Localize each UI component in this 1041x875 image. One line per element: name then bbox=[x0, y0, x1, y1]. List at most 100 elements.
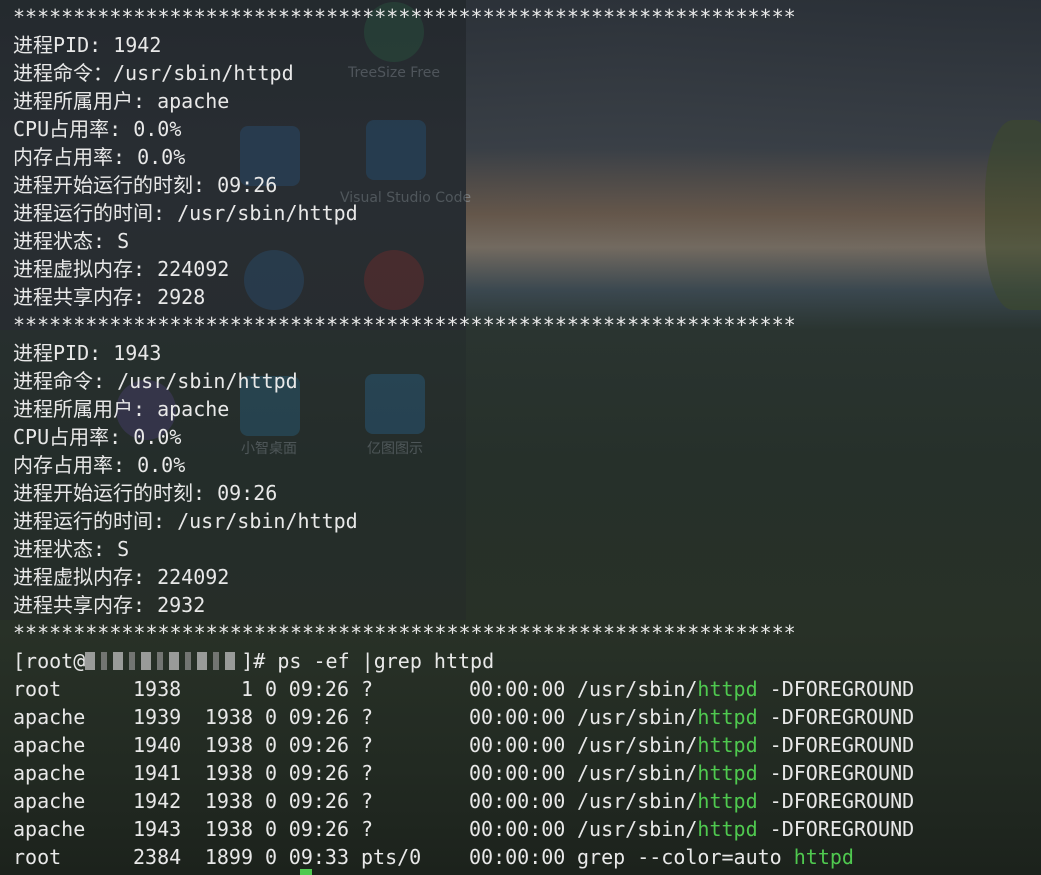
ps-ppid: 1938 bbox=[204, 705, 253, 729]
value: 224092 bbox=[157, 565, 230, 589]
process-vmem-line: 进程虚拟内存: 224092 bbox=[13, 255, 1033, 283]
ps-stime: 09:26 bbox=[288, 677, 349, 701]
ps-cmd: /usr/sbin/httpd -DFOREGROUND bbox=[565, 787, 914, 815]
process-cmd-line: 进程命令: /usr/sbin/httpd bbox=[13, 367, 1033, 395]
process-pid-line: 进程PID: 1943 bbox=[13, 339, 1033, 367]
value: /usr/sbin/httpd bbox=[177, 201, 358, 225]
ps-time: 00:00:00 bbox=[469, 761, 566, 785]
process-cpu-line: CPU占用率: 0.0% bbox=[13, 115, 1033, 143]
ps-pid: 1943 bbox=[133, 817, 182, 841]
ps-cmd: /usr/sbin/httpd -DFOREGROUND bbox=[565, 815, 914, 843]
process-mem-line: 内存占用率: 0.0% bbox=[13, 143, 1033, 171]
ps-ppid: 1 bbox=[240, 677, 253, 701]
label: 进程虚拟内存: bbox=[13, 565, 158, 589]
ps-cpu: 0 bbox=[264, 733, 277, 757]
ps-time: 00:00:00 bbox=[469, 677, 566, 701]
label: 进程虚拟内存: bbox=[13, 257, 158, 281]
ps-time: 00:00:00 bbox=[469, 705, 566, 729]
ps-cmd-suffix: -DFOREGROUND bbox=[757, 789, 915, 813]
value: apache bbox=[157, 89, 230, 113]
ps-ppid: 1938 bbox=[204, 733, 253, 757]
process-cpu-line: CPU占用率: 0.0% bbox=[13, 423, 1033, 451]
ps-cmd-prefix: /usr/sbin/ bbox=[577, 677, 698, 701]
label: 内存占用率: bbox=[13, 453, 138, 477]
ps-pid: 1938 bbox=[133, 677, 182, 701]
ps-row: apache 1941 1938 0 09:26? 00:00:00/usr/sbin/h… bbox=[13, 759, 1033, 787]
ps-cmd-match: httpd bbox=[697, 733, 758, 757]
ps-cmd-prefix: /usr/sbin/ bbox=[577, 705, 698, 729]
label: CPU占用率: bbox=[13, 117, 134, 141]
process-start-line: 进程开始运行的时刻: 09:26 bbox=[13, 479, 1033, 507]
separator-line: ****************************************… bbox=[13, 621, 796, 645]
label: 进程命令: bbox=[13, 369, 118, 393]
process-pid-line: 进程PID: 1942 bbox=[13, 31, 1033, 59]
value: /usr/sbin/httpd bbox=[177, 509, 358, 533]
ps-stime: 09:26 bbox=[288, 789, 349, 813]
ps-tty: ? bbox=[361, 761, 374, 785]
label: 内存占用率: bbox=[13, 145, 138, 169]
value: 1943 bbox=[113, 341, 162, 365]
ps-tty: ? bbox=[361, 733, 374, 757]
value: 09:26 bbox=[217, 481, 278, 505]
ps-cmd-prefix: /usr/sbin/ bbox=[577, 817, 698, 841]
separator-line: ****************************************… bbox=[13, 5, 796, 29]
ps-cmd: /usr/sbin/httpd -DFOREGROUND bbox=[565, 731, 914, 759]
label: 进程开始运行的时刻: bbox=[13, 481, 218, 505]
shell-prompt-line: [root@]# ps -ef |grep httpd bbox=[13, 647, 1033, 675]
ps-ppid: 1938 bbox=[204, 789, 253, 813]
label: CPU占用率: bbox=[13, 425, 134, 449]
ps-ppid: 1899 bbox=[204, 845, 253, 869]
ps-user: apache bbox=[13, 789, 86, 813]
ps-pid: 2384 bbox=[133, 845, 182, 869]
ps-cmd-prefix: grep --color=auto bbox=[577, 845, 794, 869]
ps-row: apache 1943 1938 0 09:26? 00:00:00/usr/sbin/h… bbox=[13, 815, 1033, 843]
ps-cpu: 0 bbox=[264, 761, 277, 785]
value: 0.0% bbox=[137, 453, 186, 477]
label: 进程所属用户: bbox=[13, 89, 158, 113]
process-runtime-line: 进程运行的时间: /usr/sbin/httpd bbox=[13, 507, 1033, 535]
terminal-cursor bbox=[300, 869, 312, 875]
ps-ppid: 1938 bbox=[204, 761, 253, 785]
ps-row: root 2384 1899 0 09:33 pts/0 00:00:00 grep --co… bbox=[13, 843, 1033, 871]
ps-cmd-suffix: -DFOREGROUND bbox=[757, 733, 915, 757]
ps-user: root bbox=[13, 677, 62, 701]
ps-cpu: 0 bbox=[264, 705, 277, 729]
ps-cmd: /usr/sbin/httpd -DFOREGROUND bbox=[565, 703, 914, 731]
ps-row: apache 1940 1938 0 09:26? 00:00:00/usr/sbin/h… bbox=[13, 731, 1033, 759]
terminal-output[interactable]: ****************************************… bbox=[13, 3, 1033, 871]
ps-cmd-suffix: -DFOREGROUND bbox=[757, 761, 915, 785]
ps-user: root bbox=[13, 845, 62, 869]
process-shmem-line: 进程共享内存: 2932 bbox=[13, 591, 1033, 619]
ps-cmd-suffix: -DFOREGROUND bbox=[757, 677, 915, 701]
ps-time: 00:00:00 bbox=[469, 845, 566, 869]
ps-stime: 09:26 bbox=[288, 761, 349, 785]
ps-time: 00:00:00 bbox=[469, 733, 566, 757]
process-start-line: 进程开始运行的时刻: 09:26 bbox=[13, 171, 1033, 199]
ps-time: 00:00:00 bbox=[469, 789, 566, 813]
value: apache bbox=[157, 397, 230, 421]
ps-cmd-prefix: /usr/sbin/ bbox=[577, 733, 698, 757]
value: 0.0% bbox=[137, 145, 186, 169]
label: 进程所属用户: bbox=[13, 397, 158, 421]
value: S bbox=[117, 537, 130, 561]
process-state-line: 进程状态: S bbox=[13, 227, 1033, 255]
label: 进程状态: bbox=[13, 229, 118, 253]
ps-cmd-match: httpd bbox=[697, 789, 758, 813]
ps-user: apache bbox=[13, 817, 86, 841]
ps-stime: 09:26 bbox=[288, 705, 349, 729]
redacted-hostname bbox=[85, 652, 242, 670]
ps-cmd-match: httpd bbox=[697, 705, 758, 729]
ps-cmd: grep --color=auto httpd bbox=[565, 843, 854, 871]
process-vmem-line: 进程虚拟内存: 224092 bbox=[13, 563, 1033, 591]
process-cmd-line: 进程命令：/usr/sbin/httpd bbox=[13, 59, 1033, 87]
ps-cmd-suffix: -DFOREGROUND bbox=[757, 817, 915, 841]
ps-row: apache 1939 1938 0 09:26? 00:00:00/usr/sbin/h… bbox=[13, 703, 1033, 731]
label: 进程共享内存: bbox=[13, 285, 158, 309]
ps-tty: ? bbox=[361, 677, 374, 701]
process-state-line: 进程状态: S bbox=[13, 535, 1033, 563]
prompt-prefix: [root@ bbox=[13, 649, 86, 673]
value: 224092 bbox=[157, 257, 230, 281]
process-user-line: 进程所属用户: apache bbox=[13, 87, 1033, 115]
ps-cmd-match: httpd bbox=[697, 761, 758, 785]
terminal-window[interactable]: TreeSize Free Visual Studio Code 小智桌面 亿图… bbox=[0, 0, 1041, 875]
